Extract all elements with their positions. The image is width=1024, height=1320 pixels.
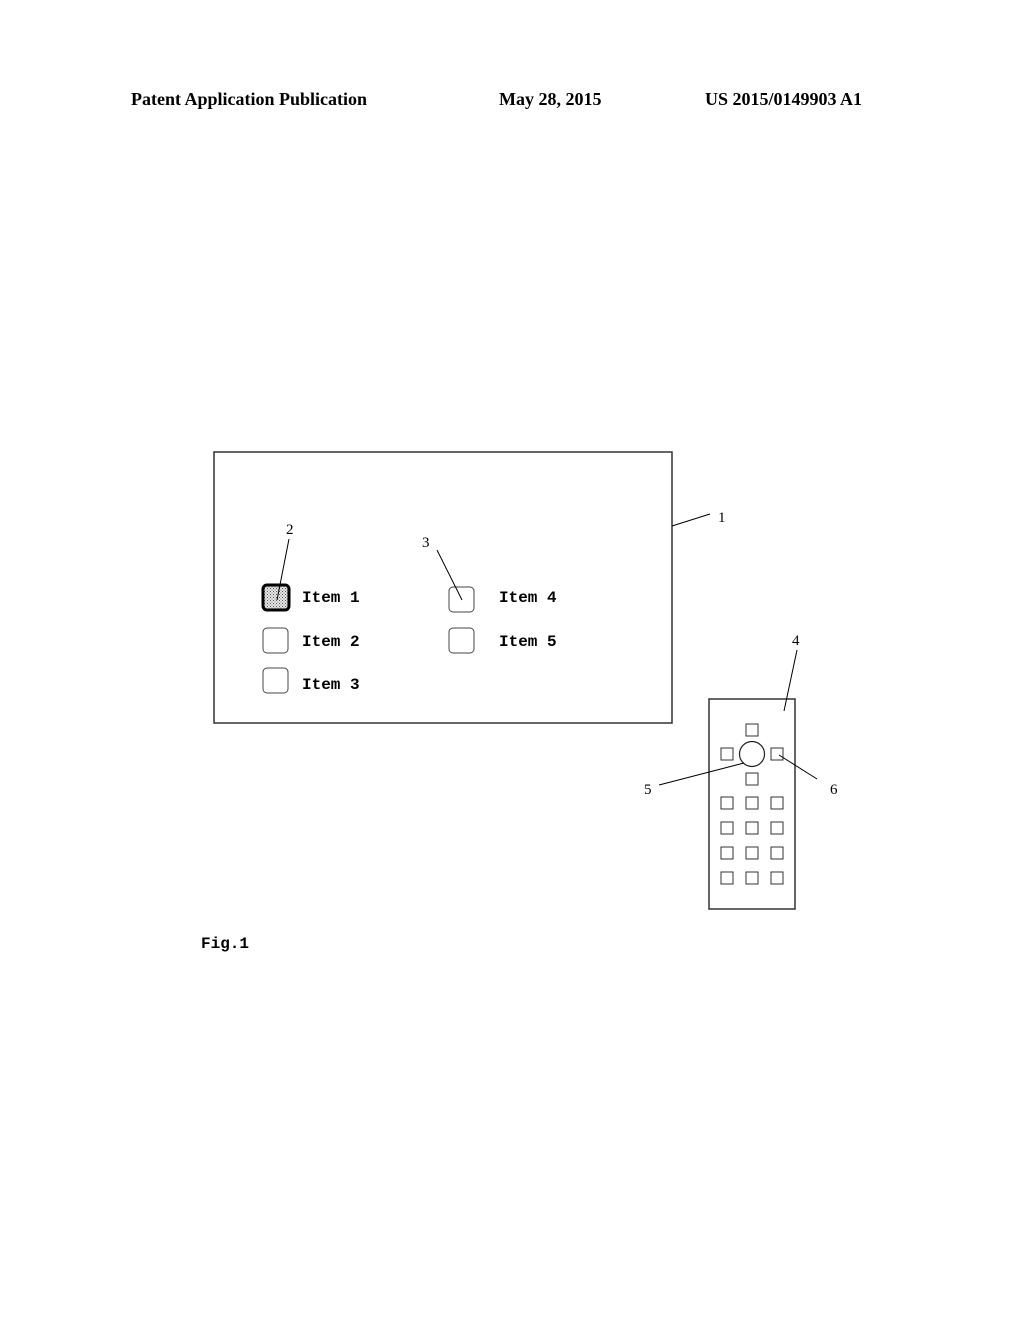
keypad-button[interactable] (745, 821, 759, 835)
keypad-button[interactable] (720, 796, 734, 810)
item-5-label: Item 5 (499, 633, 557, 651)
ref-numeral-6: 6 (830, 782, 838, 798)
keypad-button[interactable] (720, 871, 734, 885)
ref-numeral-5: 5 (644, 782, 652, 798)
keypad-button[interactable] (720, 846, 734, 860)
leader-line-1 (671, 513, 711, 527)
ref-numeral-3: 3 (422, 535, 430, 551)
keypad-button[interactable] (770, 846, 784, 860)
keypad-button[interactable] (745, 871, 759, 885)
item-4-label: Item 4 (499, 589, 557, 607)
keypad-button[interactable] (745, 796, 759, 810)
figure-drawing: 1 Item 1 Item 2 Item 3 Item 4 Item 5 2 3… (213, 451, 838, 910)
keypad (720, 796, 784, 885)
ref-numeral-2: 2 (286, 522, 294, 538)
item-3-label: Item 3 (302, 676, 360, 694)
item-3-checkbox[interactable] (262, 667, 289, 694)
item-1-label: Item 1 (302, 589, 360, 607)
ref-numeral-1: 1 (718, 510, 726, 526)
keypad-button[interactable] (745, 846, 759, 860)
item-2-checkbox[interactable] (262, 627, 289, 654)
down-button[interactable] (745, 772, 759, 786)
up-button[interactable] (745, 723, 759, 737)
right-button[interactable] (770, 747, 784, 761)
remote-control (708, 698, 796, 910)
left-button[interactable] (720, 747, 734, 761)
item-1-checkbox-selected[interactable] (261, 583, 291, 612)
figure-label: Fig.1 (201, 935, 250, 953)
item-5-checkbox[interactable] (448, 627, 475, 654)
item-2-label: Item 2 (302, 633, 360, 651)
keypad-button[interactable] (720, 821, 734, 835)
leader-line-5 (658, 762, 745, 786)
keypad-button[interactable] (770, 871, 784, 885)
keypad-button[interactable] (770, 821, 784, 835)
ref-numeral-4: 4 (792, 633, 800, 649)
leader-line-6 (778, 754, 818, 780)
keypad-button[interactable] (770, 796, 784, 810)
